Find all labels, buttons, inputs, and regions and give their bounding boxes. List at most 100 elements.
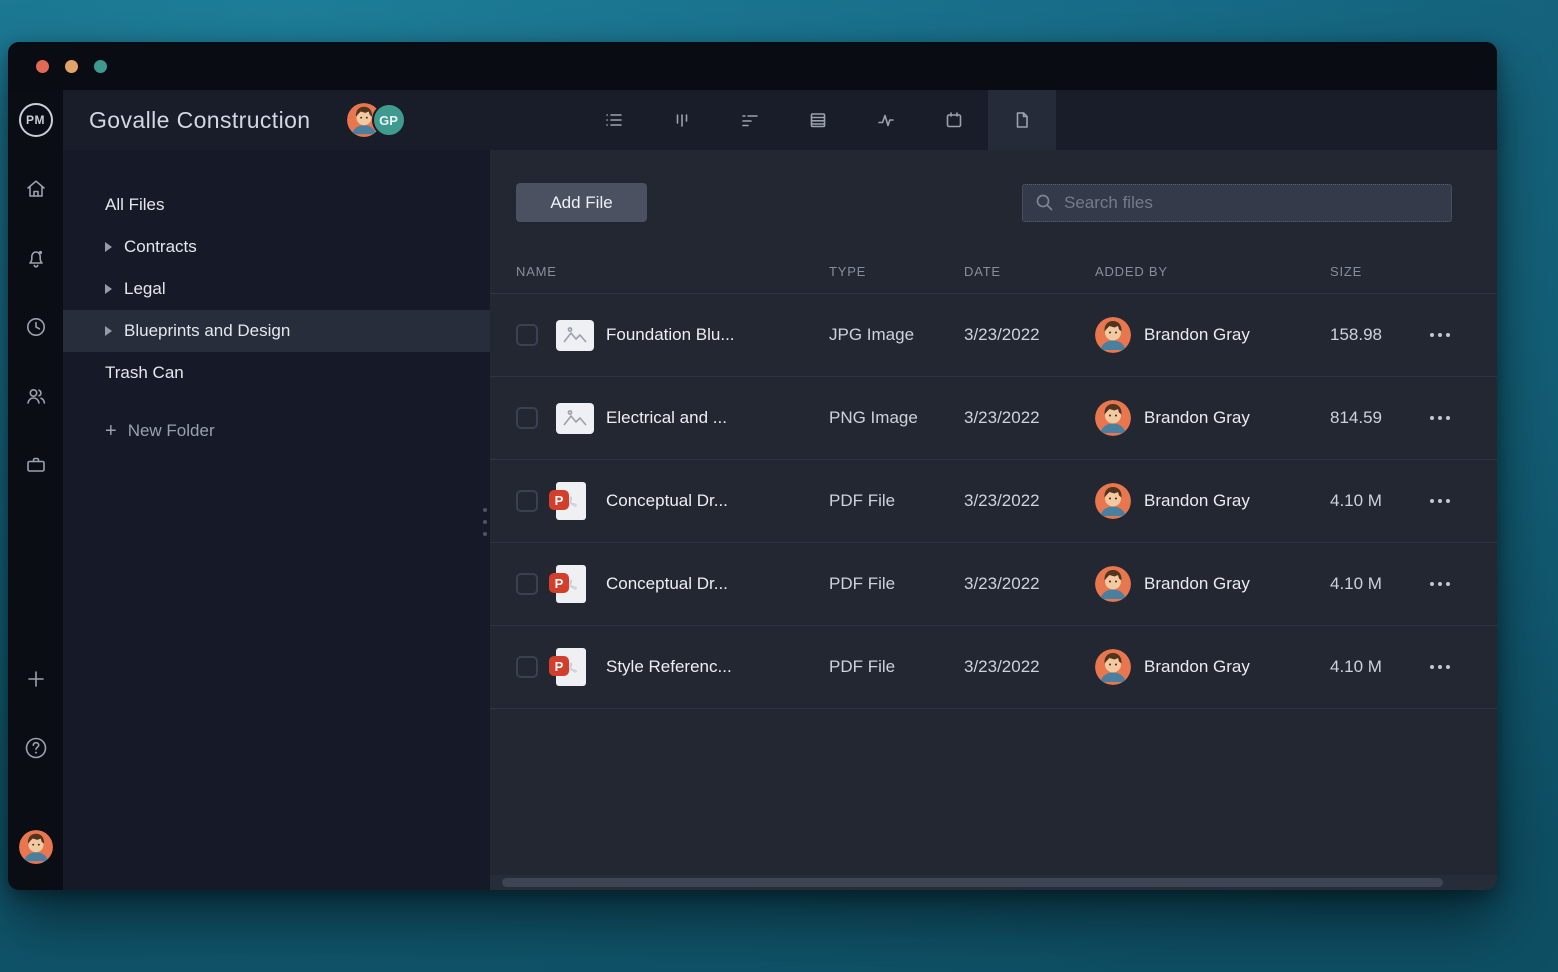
file-added-by: Brandon Gray <box>1095 400 1330 436</box>
view-toolbar <box>580 90 1056 150</box>
caret-right-icon[interactable] <box>105 326 112 336</box>
added-by-name: Brandon Gray <box>1144 491 1250 511</box>
file-date: 3/23/2022 <box>964 408 1095 428</box>
user-avatar <box>1095 566 1131 602</box>
file-added-by: Brandon Gray <box>1095 483 1330 519</box>
sidebar-item-all-files[interactable]: All Files <box>63 184 490 226</box>
caret-right-icon[interactable] <box>105 242 112 252</box>
row-checkbox[interactable] <box>516 490 538 512</box>
user-avatar[interactable] <box>19 830 53 864</box>
file-name[interactable]: Style Referenc... <box>606 657 829 677</box>
activity-view-icon[interactable] <box>852 90 920 150</box>
recent-clock-icon[interactable] <box>21 312 51 342</box>
user-avatar <box>1095 649 1131 685</box>
file-date: 3/23/2022 <box>964 657 1095 677</box>
table-row[interactable]: Foundation Blu... JPG Image 3/23/2022 Br… <box>490 294 1497 377</box>
add-file-button[interactable]: Add File <box>516 183 647 222</box>
window-close-button[interactable] <box>36 60 49 73</box>
sidebar-item-legal[interactable]: Legal <box>63 268 490 310</box>
column-header-date[interactable]: DATE <box>964 264 1095 279</box>
image-file-icon <box>556 403 594 434</box>
file-size: 4.10 M <box>1330 491 1412 511</box>
pdf-badge: P <box>549 573 569 593</box>
column-header-name[interactable]: NAME <box>516 264 829 279</box>
new-folder-button[interactable]: + New Folder <box>63 410 490 452</box>
row-more-button[interactable] <box>1428 410 1452 426</box>
pdf-badge: P <box>549 490 569 510</box>
pdf-file-icon: P <box>556 648 586 686</box>
column-header-added-by[interactable]: ADDED BY <box>1095 264 1330 279</box>
added-by-name: Brandon Gray <box>1144 325 1250 345</box>
sidebar-item-blueprints-and-design[interactable]: Blueprints and Design <box>63 310 490 352</box>
pm-logo[interactable]: PM <box>19 103 53 137</box>
row-more-button[interactable] <box>1428 659 1452 675</box>
file-added-by: Brandon Gray <box>1095 317 1330 353</box>
caret-right-icon[interactable] <box>105 284 112 294</box>
table-row[interactable]: P Conceptual Dr... PDF File 3/23/2022 Br… <box>490 543 1497 626</box>
file-name[interactable]: Electrical and ... <box>606 408 829 428</box>
files-main-panel: Add File NAME TYPE DATE ADDED BY SIZE <box>490 150 1497 890</box>
column-header-size[interactable]: SIZE <box>1330 264 1412 279</box>
file-added-by: Brandon Gray <box>1095 649 1330 685</box>
file-type: PDF File <box>829 657 964 677</box>
row-checkbox[interactable] <box>516 324 538 346</box>
horizontal-scrollbar-thumb[interactable] <box>502 878 1443 887</box>
header-bar: Govalle Construction GP <box>63 90 1497 150</box>
added-by-name: Brandon Gray <box>1144 574 1250 594</box>
pdf-file-icon: P <box>556 482 586 520</box>
member-badge[interactable]: GP <box>372 103 406 137</box>
team-icon[interactable] <box>21 381 51 411</box>
sidebar-item-label: Blueprints and Design <box>124 321 290 341</box>
user-avatar <box>1095 317 1131 353</box>
gantt-view-icon[interactable] <box>716 90 784 150</box>
file-size: 4.10 M <box>1330 574 1412 594</box>
file-type: PDF File <box>829 491 964 511</box>
row-more-button[interactable] <box>1428 493 1452 509</box>
sidebar-item-label: All Files <box>105 195 165 215</box>
file-date: 3/23/2022 <box>964 491 1095 511</box>
search-box[interactable] <box>1022 184 1452 222</box>
files-view-icon[interactable] <box>988 90 1056 150</box>
app-logo-cell: PM <box>8 90 63 150</box>
row-checkbox[interactable] <box>516 407 538 429</box>
file-name[interactable]: Conceptual Dr... <box>606 574 829 594</box>
file-date: 3/23/2022 <box>964 574 1095 594</box>
row-checkbox[interactable] <box>516 573 538 595</box>
project-members[interactable]: GP <box>347 103 406 137</box>
file-size: 814.59 <box>1330 408 1412 428</box>
window-maximize-button[interactable] <box>94 60 107 73</box>
image-file-icon <box>556 320 594 351</box>
sidebar-item-contracts[interactable]: Contracts <box>63 226 490 268</box>
board-view-icon[interactable] <box>648 90 716 150</box>
sidebar-item-trash-can[interactable]: Trash Can <box>63 352 490 394</box>
plus-icon: + <box>105 420 117 443</box>
file-name[interactable]: Foundation Blu... <box>606 325 829 345</box>
calendar-view-icon[interactable] <box>920 90 988 150</box>
home-icon[interactable] <box>21 174 51 204</box>
portfolio-briefcase-icon[interactable] <box>21 450 51 480</box>
sheet-view-icon[interactable] <box>784 90 852 150</box>
table-row[interactable]: P Style Referenc... PDF File 3/23/2022 B… <box>490 626 1497 709</box>
search-input[interactable] <box>1064 193 1439 213</box>
row-more-button[interactable] <box>1428 327 1452 343</box>
app-header: PM Govalle Construction GP <box>8 90 1497 150</box>
window-minimize-button[interactable] <box>65 60 78 73</box>
table-row[interactable]: Electrical and ... PNG Image 3/23/2022 B… <box>490 377 1497 460</box>
table-row[interactable]: P Conceptual Dr... PDF File 3/23/2022 Br… <box>490 460 1497 543</box>
help-icon[interactable] <box>21 733 51 763</box>
new-folder-label: New Folder <box>128 421 215 441</box>
add-plus-icon[interactable] <box>21 664 51 694</box>
project-title: Govalle Construction <box>89 107 311 134</box>
column-header-type[interactable]: TYPE <box>829 264 964 279</box>
user-avatar <box>1095 400 1131 436</box>
row-more-button[interactable] <box>1428 576 1452 592</box>
files-sidebar: All Files Contracts Legal Blueprints and… <box>63 150 490 890</box>
pdf-badge: P <box>549 656 569 676</box>
notifications-bell-icon[interactable] <box>21 243 51 273</box>
file-name[interactable]: Conceptual Dr... <box>606 491 829 511</box>
row-checkbox[interactable] <box>516 656 538 678</box>
search-icon <box>1035 193 1054 212</box>
file-size: 4.10 M <box>1330 657 1412 677</box>
list-view-icon[interactable] <box>580 90 648 150</box>
sidebar-resize-handle[interactable] <box>483 508 487 536</box>
